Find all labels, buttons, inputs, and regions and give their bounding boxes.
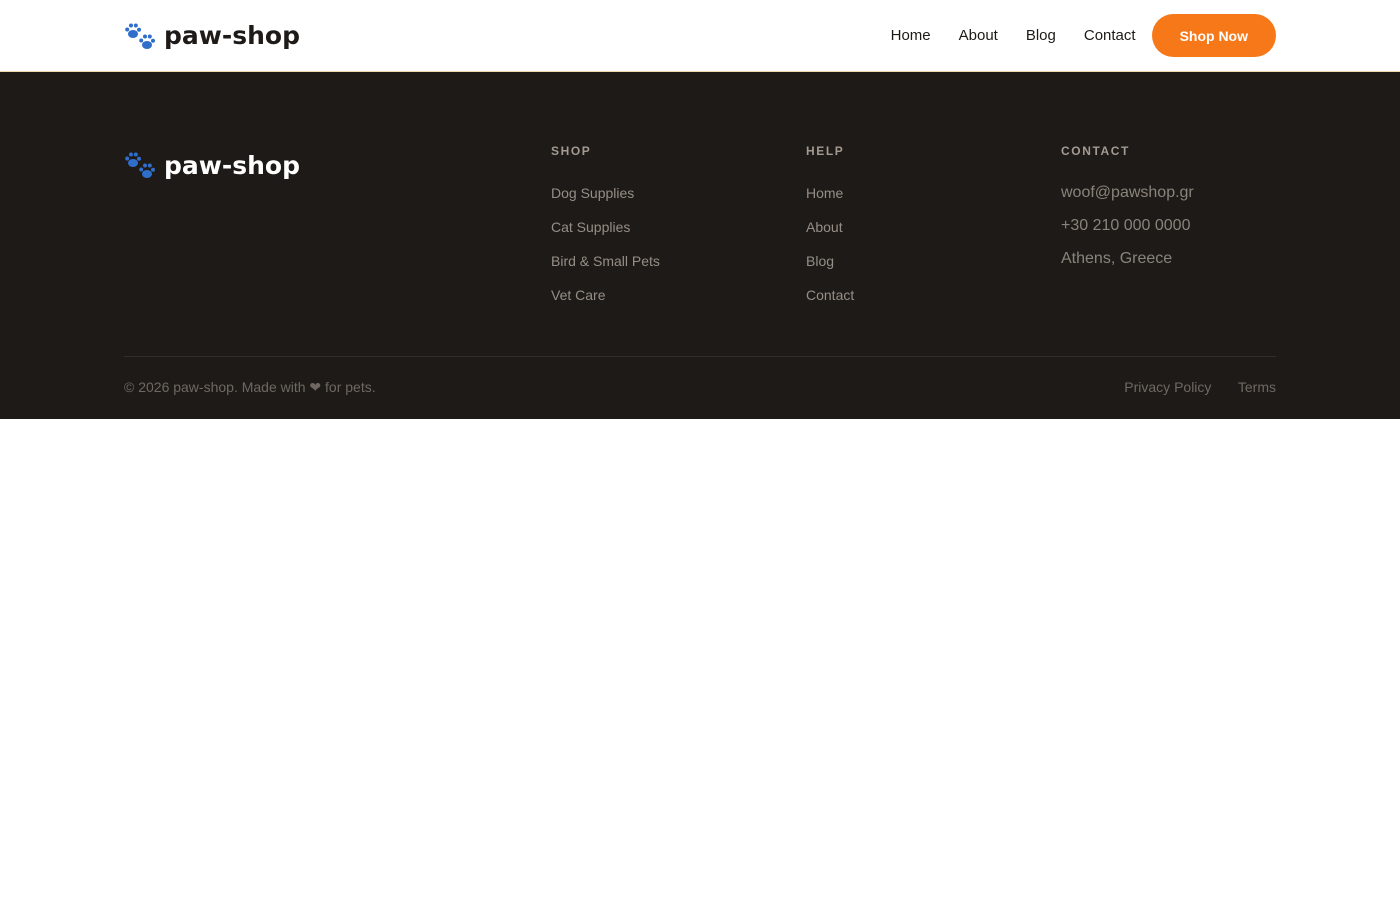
main-nav: Home About Blog Contact Shop Now <box>891 14 1276 57</box>
brand-name: paw-shop <box>164 21 300 50</box>
footer-link-dog-supplies[interactable]: Dog Supplies <box>551 176 806 210</box>
footer-link-cat-supplies[interactable]: Cat Supplies <box>551 210 806 244</box>
contact-email: woof@pawshop.gr <box>1061 184 1194 201</box>
footer-column-help: HELP Home About Blog Contact <box>806 144 1061 356</box>
footer-link-vet-care[interactable]: Vet Care <box>551 278 806 312</box>
footer-column-contact: CONTACT woof@pawshop.gr +30 210 000 0000… <box>1061 144 1194 356</box>
paw-prints-icon <box>124 21 156 51</box>
site-header: paw-shop Home About Blog Contact Shop No… <box>0 0 1400 72</box>
contact-address: Athens, Greece <box>1061 250 1173 267</box>
nav-about[interactable]: About <box>959 27 998 44</box>
terms-link[interactable]: Terms <box>1238 379 1276 395</box>
footer-top: paw-shop SHOP Dog Supplies Cat Supplies … <box>124 72 1276 357</box>
contact-phone: +30 210 000 0000 <box>1061 217 1191 234</box>
footer-link-bird-small-pets[interactable]: Bird & Small Pets <box>551 244 806 278</box>
shop-now-button[interactable]: Shop Now <box>1151 14 1276 57</box>
footer-column-shop: SHOP Dog Supplies Cat Supplies Bird & Sm… <box>551 144 806 356</box>
footer-link-contact[interactable]: Contact <box>806 278 1061 312</box>
footer-link-blog[interactable]: Blog <box>806 244 1061 278</box>
paw-prints-icon <box>124 150 156 180</box>
nav-home[interactable]: Home <box>891 27 931 44</box>
site-footer: paw-shop SHOP Dog Supplies Cat Supplies … <box>0 72 1400 419</box>
copyright-text: © 2026 paw-shop. Made with ❤ for pets. <box>124 379 376 395</box>
nav-contact[interactable]: Contact <box>1084 27 1136 44</box>
brand-logo[interactable]: paw-shop <box>124 21 300 51</box>
footer-brand: paw-shop <box>124 148 551 356</box>
footer-heading-shop: SHOP <box>551 144 592 158</box>
footer-bottom: © 2026 paw-shop. Made with ❤ for pets. P… <box>124 357 1276 418</box>
footer-brand-name: paw-shop <box>164 150 300 180</box>
footer-heading-help: HELP <box>806 144 845 158</box>
nav-blog[interactable]: Blog <box>1026 27 1056 44</box>
footer-brand-logo[interactable]: paw-shop <box>124 150 551 180</box>
privacy-policy-link[interactable]: Privacy Policy <box>1124 379 1211 395</box>
footer-heading-contact: CONTACT <box>1061 144 1130 158</box>
footer-link-about[interactable]: About <box>806 210 1061 244</box>
legal-links: Privacy Policy Terms <box>1102 379 1276 397</box>
footer-link-home[interactable]: Home <box>806 176 1061 210</box>
